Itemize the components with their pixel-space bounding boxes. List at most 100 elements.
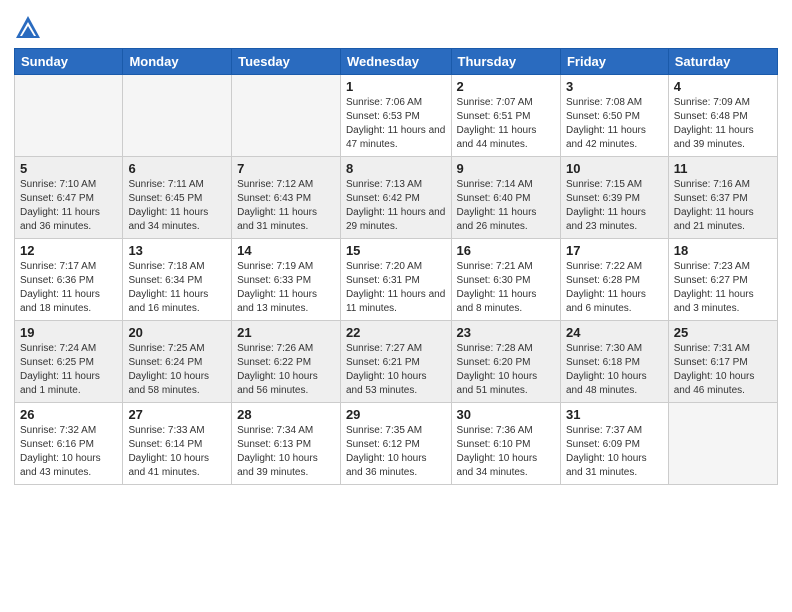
table-row: 30 Sunrise: 7:36 AM Sunset: 6:10 PM Dayli…: [451, 403, 560, 485]
table-row: 16Sunrise: 7:21 AM Sunset: 6:30 PM Dayli…: [451, 239, 560, 321]
day-number: 1: [346, 79, 446, 94]
day-info: Sunrise: 7:07 AM Sunset: 6:51 PM Dayligh…: [457, 96, 555, 152]
day-number: 13: [128, 243, 226, 258]
day-info: Sunrise: 7:13 AM Sunset: 6:42 PM Dayligh…: [346, 178, 446, 234]
day-info: Sunrise: 7:34 AM Sunset: 6:13 PM Dayligh…: [237, 424, 335, 480]
day-info: Sunrise: 7:30 AM Sunset: 6:18 PM Dayligh…: [566, 342, 663, 398]
table-row: [123, 75, 232, 157]
day-info: Sunrise: 7:31 AM Sunset: 6:17 PM Dayligh…: [674, 342, 772, 398]
day-info: Sunrise: 7:17 AM Sunset: 6:36 PM Dayligh…: [20, 260, 117, 316]
table-row: 22Sunrise: 7:27 AM Sunset: 6:21 PM Dayli…: [340, 321, 451, 403]
calendar-header-row: Sunday Monday Tuesday Wednesday Thursday…: [15, 49, 778, 75]
day-number: 26: [20, 407, 117, 422]
day-number: 25: [674, 325, 772, 340]
day-info: Sunrise: 7:09 AM Sunset: 6:48 PM Dayligh…: [674, 96, 772, 152]
day-info: Sunrise: 7:14 AM Sunset: 6:40 PM Dayligh…: [457, 178, 555, 234]
col-sunday: Sunday: [15, 49, 123, 75]
day-info: Sunrise: 7:37 AM Sunset: 6:09 PM Dayligh…: [566, 424, 663, 480]
table-row: [15, 75, 123, 157]
day-number: 10: [566, 161, 663, 176]
day-info: Sunrise: 7:08 AM Sunset: 6:50 PM Dayligh…: [566, 96, 663, 152]
day-info: Sunrise: 7:33 AM Sunset: 6:14 PM Dayligh…: [128, 424, 226, 480]
day-info: Sunrise: 7:24 AM Sunset: 6:25 PM Dayligh…: [20, 342, 117, 398]
day-number: 7: [237, 161, 335, 176]
day-number: 24: [566, 325, 663, 340]
day-info: Sunrise: 7:18 AM Sunset: 6:34 PM Dayligh…: [128, 260, 226, 316]
day-info: Sunrise: 7:23 AM Sunset: 6:27 PM Dayligh…: [674, 260, 772, 316]
day-number: 9: [457, 161, 555, 176]
table-row: [232, 75, 341, 157]
day-number: 21: [237, 325, 335, 340]
day-number: 19: [20, 325, 117, 340]
day-info: Sunrise: 7:15 AM Sunset: 6:39 PM Dayligh…: [566, 178, 663, 234]
table-row: 26Sunrise: 7:32 AM Sunset: 6:16 PM Dayli…: [15, 403, 123, 485]
table-row: 5Sunrise: 7:10 AM Sunset: 6:47 PM Daylig…: [15, 157, 123, 239]
day-info: Sunrise: 7:28 AM Sunset: 6:20 PM Dayligh…: [457, 342, 555, 398]
day-info: Sunrise: 7:26 AM Sunset: 6:22 PM Dayligh…: [237, 342, 335, 398]
day-info: Sunrise: 7:11 AM Sunset: 6:45 PM Dayligh…: [128, 178, 226, 234]
table-row: 9 Sunrise: 7:14 AM Sunset: 6:40 PM Daylig…: [451, 157, 560, 239]
table-row: 10 Sunrise: 7:15 AM Sunset: 6:39 PM Dayli…: [560, 157, 668, 239]
logo: [14, 14, 45, 42]
day-info: Sunrise: 7:36 AM Sunset: 6:10 PM Dayligh…: [457, 424, 555, 480]
table-row: 3Sunrise: 7:08 AM Sunset: 6:50 PM Daylig…: [560, 75, 668, 157]
table-row: 31 Sunrise: 7:37 AM Sunset: 6:09 PM Dayli…: [560, 403, 668, 485]
day-info: Sunrise: 7:22 AM Sunset: 6:28 PM Dayligh…: [566, 260, 663, 316]
day-number: 27: [128, 407, 226, 422]
col-saturday: Saturday: [668, 49, 777, 75]
page: Sunday Monday Tuesday Wednesday Thursday…: [0, 0, 792, 612]
table-row: 2 Sunrise: 7:07 AM Sunset: 6:51 PM Daylig…: [451, 75, 560, 157]
day-number: 29: [346, 407, 446, 422]
day-number: 17: [566, 243, 663, 258]
day-info: Sunrise: 7:12 AM Sunset: 6:43 PM Dayligh…: [237, 178, 335, 234]
calendar-week-row: 12 Sunrise: 7:17 AM Sunset: 6:36 PM Dayli…: [15, 239, 778, 321]
calendar-week-row: 1Sunrise: 7:06 AM Sunset: 6:53 PM Daylig…: [15, 75, 778, 157]
logo-icon: [14, 14, 42, 42]
table-row: 11 Sunrise: 7:16 AM Sunset: 6:37 PM Dayli…: [668, 157, 777, 239]
day-number: 4: [674, 79, 772, 94]
col-tuesday: Tuesday: [232, 49, 341, 75]
table-row: 19 Sunrise: 7:24 AM Sunset: 6:25 PM Dayli…: [15, 321, 123, 403]
calendar-table: Sunday Monday Tuesday Wednesday Thursday…: [14, 48, 778, 485]
table-row: 15 Sunrise: 7:20 AM Sunset: 6:31 PM Dayli…: [340, 239, 451, 321]
table-row: 27 Sunrise: 7:33 AM Sunset: 6:14 PM Dayli…: [123, 403, 232, 485]
table-row: 28 Sunrise: 7:34 AM Sunset: 6:13 PM Dayli…: [232, 403, 341, 485]
day-number: 20: [128, 325, 226, 340]
day-number: 2: [457, 79, 555, 94]
table-row: 24 Sunrise: 7:30 AM Sunset: 6:18 PM Dayli…: [560, 321, 668, 403]
header: [14, 10, 778, 42]
day-info: Sunrise: 7:20 AM Sunset: 6:31 PM Dayligh…: [346, 260, 446, 316]
day-number: 28: [237, 407, 335, 422]
day-info: Sunrise: 7:25 AM Sunset: 6:24 PM Dayligh…: [128, 342, 226, 398]
calendar-week-row: 19 Sunrise: 7:24 AM Sunset: 6:25 PM Dayli…: [15, 321, 778, 403]
day-number: 12: [20, 243, 117, 258]
day-number: 11: [674, 161, 772, 176]
col-thursday: Thursday: [451, 49, 560, 75]
table-row: 29 Sunrise: 7:35 AM Sunset: 6:12 PM Dayli…: [340, 403, 451, 485]
day-number: 30: [457, 407, 555, 422]
table-row: 17 Sunrise: 7:22 AM Sunset: 6:28 PM Dayli…: [560, 239, 668, 321]
day-number: 6: [128, 161, 226, 176]
table-row: 1Sunrise: 7:06 AM Sunset: 6:53 PM Daylig…: [340, 75, 451, 157]
day-number: 15: [346, 243, 446, 258]
table-row: 13 Sunrise: 7:18 AM Sunset: 6:34 PM Dayli…: [123, 239, 232, 321]
table-row: 4 Sunrise: 7:09 AM Sunset: 6:48 PM Daylig…: [668, 75, 777, 157]
day-info: Sunrise: 7:35 AM Sunset: 6:12 PM Dayligh…: [346, 424, 446, 480]
day-number: 14: [237, 243, 335, 258]
table-row: 7 Sunrise: 7:12 AM Sunset: 6:43 PM Daylig…: [232, 157, 341, 239]
table-row: 21 Sunrise: 7:26 AM Sunset: 6:22 PM Dayli…: [232, 321, 341, 403]
table-row: 23 Sunrise: 7:28 AM Sunset: 6:20 PM Dayli…: [451, 321, 560, 403]
table-row: 25 Sunrise: 7:31 AM Sunset: 6:17 PM Dayli…: [668, 321, 777, 403]
col-friday: Friday: [560, 49, 668, 75]
table-row: [668, 403, 777, 485]
day-number: 5: [20, 161, 117, 176]
col-monday: Monday: [123, 49, 232, 75]
day-info: Sunrise: 7:16 AM Sunset: 6:37 PM Dayligh…: [674, 178, 772, 234]
table-row: 8Sunrise: 7:13 AM Sunset: 6:42 PM Daylig…: [340, 157, 451, 239]
table-row: 14Sunrise: 7:19 AM Sunset: 6:33 PM Dayli…: [232, 239, 341, 321]
day-number: 31: [566, 407, 663, 422]
table-row: 20 Sunrise: 7:25 AM Sunset: 6:24 PM Dayli…: [123, 321, 232, 403]
day-number: 23: [457, 325, 555, 340]
calendar-week-row: 26Sunrise: 7:32 AM Sunset: 6:16 PM Dayli…: [15, 403, 778, 485]
day-info: Sunrise: 7:27 AM Sunset: 6:21 PM Dayligh…: [346, 342, 446, 398]
